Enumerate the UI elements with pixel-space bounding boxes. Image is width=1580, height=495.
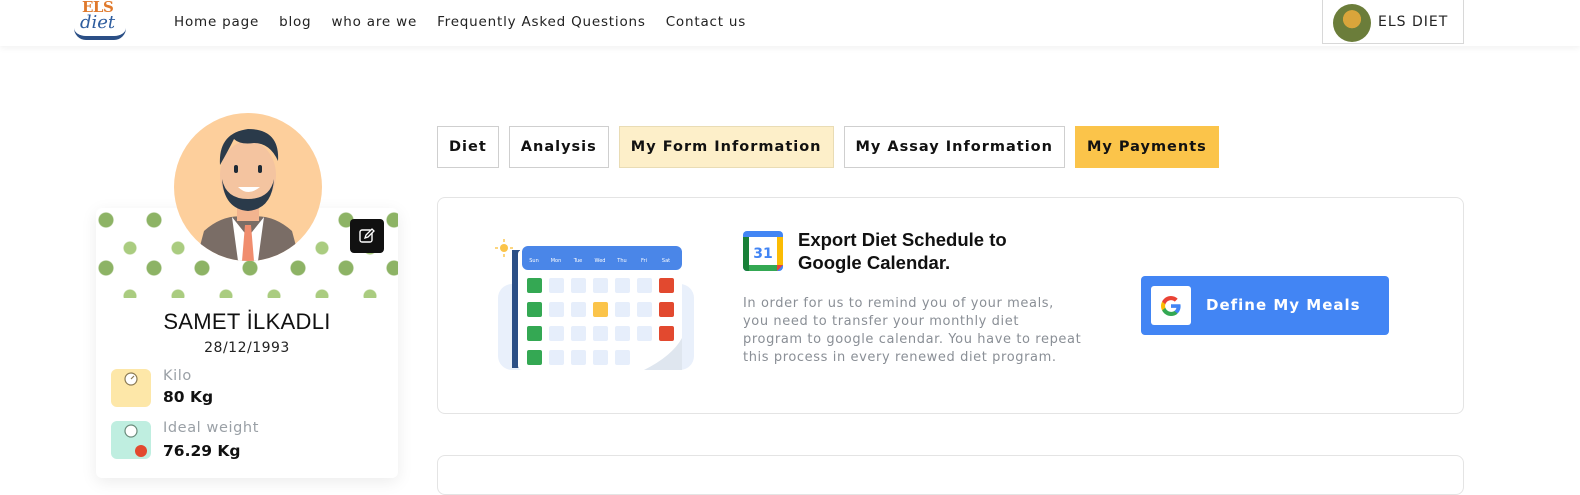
calendar-cell — [593, 350, 608, 365]
calendar-cell — [637, 326, 652, 341]
logo-bowl-shape — [74, 28, 126, 40]
calendar-cell — [527, 350, 542, 365]
calendar-cell — [527, 278, 542, 293]
calendar-day-label: Thu — [616, 258, 626, 264]
els-diet-logo[interactable]: ELS diet — [72, 0, 128, 42]
calendar-day-label: Sun — [529, 258, 539, 264]
calendar-cell — [637, 278, 652, 293]
export-title: Export Diet Schedule to Google Calendar. — [798, 229, 1007, 273]
calendar-cell — [571, 302, 586, 317]
calendar-cell — [615, 278, 630, 293]
export-description: In order for us to remind you of your me… — [743, 296, 1082, 365]
profile-name: SAMET İLKADLI — [163, 309, 331, 334]
tab-my-payments[interactable]: My Payments — [1074, 126, 1219, 168]
calendar-cell — [549, 278, 564, 293]
tab-diet[interactable]: Diet — [437, 126, 499, 168]
google-calendar-icon: 31 — [743, 231, 783, 271]
calendar-day-label: Mon — [551, 258, 562, 264]
calendar-cell — [593, 302, 608, 317]
calendar-cell — [549, 302, 564, 317]
user-menu-button[interactable]: ELS DIET — [1322, 0, 1464, 44]
calendar-cell — [527, 326, 542, 341]
apple-scale-icon — [111, 421, 151, 459]
nav-faq[interactable]: Frequently Asked Questions — [437, 14, 646, 30]
google-g-icon — [1151, 286, 1191, 325]
nav-home[interactable]: Home page — [174, 14, 259, 30]
nav-contact[interactable]: Contact us — [666, 14, 746, 30]
scale-icon — [111, 369, 151, 407]
nav-who-are-we[interactable]: who are we — [331, 14, 417, 30]
calendar-cell — [593, 278, 608, 293]
top-navigation-bar: ELS diet Home page blog who are we Frequ… — [0, 0, 1580, 46]
profile-tabs: Diet Analysis My Form Information My Ass… — [437, 126, 1229, 168]
calendar-cell — [659, 278, 674, 293]
nav-blog[interactable]: blog — [279, 14, 311, 30]
tab-my-assay-information[interactable]: My Assay Information — [843, 126, 1065, 168]
tab-my-form-information[interactable]: My Form Information — [618, 126, 834, 168]
next-panel — [437, 455, 1464, 495]
user-name: ELS DIET — [1378, 14, 1449, 30]
calendar-cell — [571, 350, 586, 365]
calendar-cell — [615, 350, 630, 365]
calendar-cell — [659, 326, 674, 341]
calendar-cell — [527, 302, 542, 317]
define-my-meals-button[interactable]: Define My Meals — [1141, 276, 1389, 335]
calendar-day-label: Fri — [641, 258, 647, 264]
tab-analysis[interactable]: Analysis — [508, 126, 609, 168]
calendar-cell — [593, 326, 608, 341]
gcal-day-number: 31 — [753, 246, 772, 262]
stat-label-weight: Kilo — [163, 368, 192, 384]
stat-value-ideal-weight: 76.29 Kg — [163, 442, 241, 460]
stat-value-weight: 80 Kg — [163, 388, 214, 406]
define-my-meals-label: Define My Meals — [1206, 296, 1361, 314]
calendar-cell — [615, 302, 630, 317]
calendar-illustration: Sun Mon Tue Wed Thu Fri Sat — [495, 239, 694, 370]
calendar-cell — [659, 302, 674, 317]
calendar-day-label: Tue — [573, 258, 583, 264]
profile-avatar — [174, 113, 322, 261]
calendar-cell — [637, 302, 652, 317]
calendar-day-label: Wed — [595, 258, 606, 264]
calendar-cell — [571, 278, 586, 293]
edit-icon — [359, 228, 375, 243]
calendar-day-label: Sat — [662, 258, 670, 264]
calendar-cell — [549, 350, 564, 365]
calendar-cell — [571, 326, 586, 341]
user-avatar — [1333, 4, 1371, 42]
stat-label-ideal-weight: Ideal weight — [163, 420, 260, 436]
calendar-cell — [615, 326, 630, 341]
calendar-cell — [549, 326, 564, 341]
main-nav: Home page blog who are we Frequently Ask… — [174, 14, 766, 30]
profile-birth-date: 28/12/1993 — [204, 340, 290, 356]
edit-profile-button[interactable] — [350, 219, 384, 253]
